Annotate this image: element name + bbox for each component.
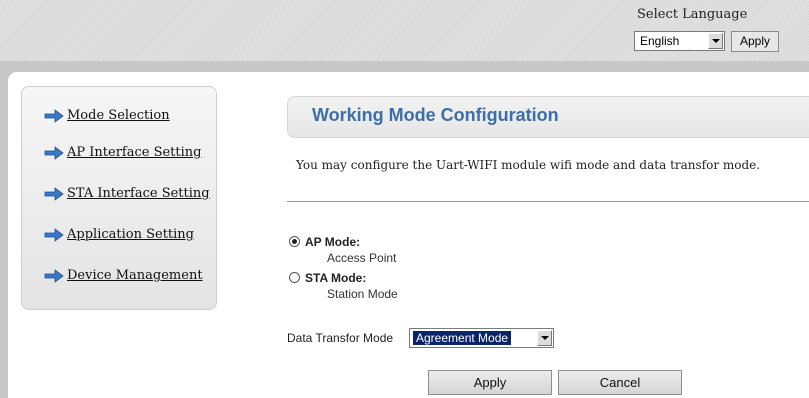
sidebar-item-label: STA Interface Setting xyxy=(67,186,210,201)
language-apply-button[interactable]: Apply xyxy=(731,31,779,52)
ap-mode-radio[interactable] xyxy=(289,236,300,247)
arrow-right-icon xyxy=(44,146,64,160)
sta-mode-radio[interactable] xyxy=(289,272,300,283)
router-config-page: Select Language English Apply Mode Selec… xyxy=(0,0,809,398)
data-transfer-select-value: Agreement Mode xyxy=(411,330,513,346)
divider xyxy=(287,201,809,202)
arrow-right-icon xyxy=(44,269,64,283)
ap-mode-label: AP Mode: xyxy=(305,235,361,249)
language-select-value: English xyxy=(640,34,680,48)
arrow-right-icon xyxy=(44,187,64,201)
chevron-down-icon[interactable] xyxy=(708,33,723,49)
arrow-right-icon xyxy=(44,109,64,123)
sidebar-item-label: AP Interface Setting xyxy=(67,145,202,160)
sidebar-item-label: Application Setting xyxy=(67,227,194,242)
sta-mode-label: STA Mode: xyxy=(305,271,367,285)
arrow-right-icon xyxy=(44,228,64,242)
page-description: You may configure the Uart-WIFI module w… xyxy=(296,158,761,172)
sidebar-item-label: Device Management xyxy=(67,268,203,283)
page-title: Working Mode Configuration xyxy=(312,105,559,125)
data-transfer-label: Data Transfor Mode xyxy=(287,331,394,345)
cancel-button[interactable]: Cancel xyxy=(558,370,682,395)
chevron-down-icon[interactable] xyxy=(537,330,552,346)
ap-mode-description: Access Point xyxy=(327,251,397,265)
data-transfer-select[interactable]: Agreement Mode xyxy=(409,328,554,348)
sidebar-item-label: Mode Selection xyxy=(67,108,170,123)
apply-button[interactable]: Apply xyxy=(428,370,552,395)
sta-mode-description: Station Mode xyxy=(327,287,398,301)
sidebar-nav: Mode Selection AP Interface Setting STA … xyxy=(21,86,217,310)
language-select[interactable]: English xyxy=(634,31,725,51)
language-label: Select Language xyxy=(637,7,748,22)
